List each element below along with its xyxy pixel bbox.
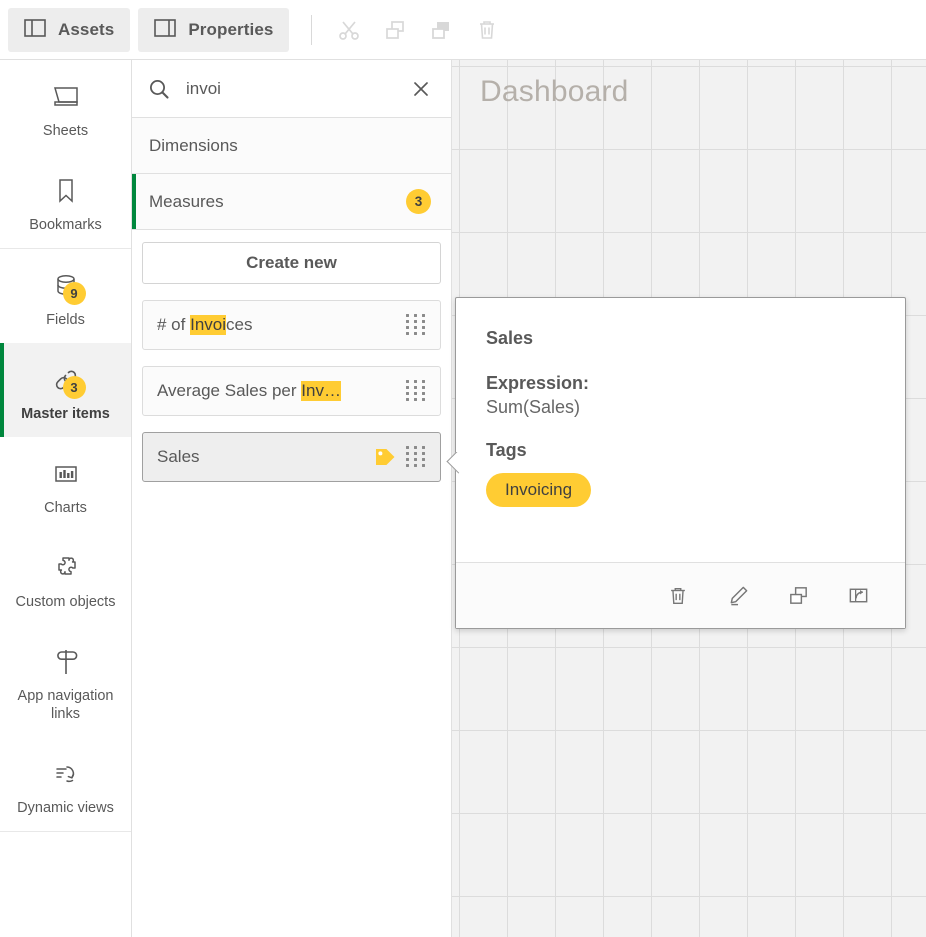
sidebar-item-charts[interactable]: Charts	[0, 437, 131, 531]
sidebar-item-label: Dynamic views	[17, 799, 114, 817]
sidebar-item-label: Bookmarks	[29, 216, 102, 234]
sidebar-item-custom-objects[interactable]: Custom objects	[0, 531, 131, 625]
cut-icon[interactable]	[326, 8, 372, 52]
measure-name: Average Sales per Inv…	[157, 381, 406, 401]
measures-count-badge: 3	[406, 189, 431, 214]
asset-search-row	[132, 60, 451, 118]
measure-details-popover: Sales Expression: Sum(Sales) Tags Invoic…	[455, 297, 906, 629]
top-toolbar: Assets Properties	[0, 0, 926, 60]
drag-handle-icon[interactable]	[406, 446, 428, 468]
bar-chart-icon	[46, 457, 86, 491]
popover-body: Sales Expression: Sum(Sales) Tags Invoic…	[456, 298, 905, 507]
create-new-button[interactable]: Create new	[142, 242, 441, 284]
sidebar-item-label: App navigation links	[10, 687, 122, 723]
properties-panel-button[interactable]: Properties	[138, 8, 289, 52]
section-label: Dimensions	[149, 136, 431, 156]
rail-group-sheets: Sheets Bookmarks	[0, 60, 131, 249]
list-item[interactable]: # of Invoices	[142, 300, 441, 350]
asset-nav-rail: Sheets Bookmarks	[0, 60, 132, 937]
toolbar-divider	[311, 15, 312, 45]
tags-label: Tags	[486, 440, 875, 461]
sidebar-item-label: Sheets	[43, 122, 88, 140]
measures-list: # of Invoices Average Sales per Inv… Sal…	[132, 292, 451, 482]
rail-group-data: 9 Fields 3 Master items	[0, 249, 131, 832]
list-item[interactable]: Sales	[142, 432, 441, 482]
popover-actions	[456, 562, 905, 628]
sheets-icon	[46, 80, 86, 114]
list-item[interactable]: Average Sales per Inv…	[142, 366, 441, 416]
search-input[interactable]	[174, 79, 409, 99]
master-items-count-badge: 3	[63, 376, 86, 399]
sidebar-item-sheets[interactable]: Sheets	[0, 60, 131, 154]
fields-count-badge: 9	[63, 282, 86, 305]
drag-handle-icon[interactable]	[406, 380, 428, 402]
delete-icon[interactable]	[661, 579, 695, 613]
dynamic-views-icon	[46, 757, 86, 791]
edit-pencil-icon[interactable]	[721, 579, 755, 613]
create-new-wrapper: Create new	[132, 230, 451, 292]
puzzle-piece-icon	[46, 551, 86, 585]
sidebar-item-fields[interactable]: 9 Fields	[0, 249, 131, 343]
sidebar-item-bookmarks[interactable]: Bookmarks	[0, 154, 131, 248]
clear-search-icon[interactable]	[409, 80, 433, 98]
section-label: Measures	[149, 192, 406, 212]
copy-icon[interactable]	[372, 8, 418, 52]
qlik-sense-edit-view: Assets Properties	[0, 0, 926, 937]
sidebar-item-dynamic-views[interactable]: Dynamic views	[0, 737, 131, 831]
properties-panel-icon	[154, 19, 176, 40]
properties-panel-label: Properties	[188, 20, 273, 40]
measure-name: Sales	[157, 447, 372, 467]
link-icon: 3	[46, 363, 86, 397]
search-highlight: Invoi	[190, 315, 226, 335]
sidebar-item-label: Fields	[46, 311, 85, 329]
duplicate-icon[interactable]	[781, 579, 815, 613]
section-dimensions[interactable]: Dimensions	[132, 118, 451, 174]
database-icon: 9	[46, 269, 86, 303]
drag-handle-icon[interactable]	[406, 314, 428, 336]
popover-title: Sales	[486, 328, 875, 349]
search-highlight: Inv…	[301, 381, 341, 401]
sidebar-item-label: Master items	[21, 405, 110, 423]
expression-value: Sum(Sales)	[486, 397, 875, 418]
assets-panel-label: Assets	[58, 20, 114, 40]
assets-panel-icon	[24, 19, 46, 40]
expression-label: Expression:	[486, 373, 875, 394]
sidebar-item-master-items[interactable]: 3 Master items	[0, 343, 131, 437]
flag-icon	[46, 645, 86, 679]
search-icon	[148, 78, 174, 100]
measure-name: # of Invoices	[157, 315, 406, 335]
sidebar-item-app-navigation-links[interactable]: App navigation links	[0, 625, 131, 737]
sidebar-item-label: Custom objects	[16, 593, 116, 611]
page-title: Dashboard	[480, 75, 629, 109]
add-to-sheet-icon[interactable]	[841, 579, 875, 613]
delete-icon[interactable]	[464, 8, 510, 52]
section-measures[interactable]: Measures 3	[132, 174, 451, 230]
assets-panel: Dimensions Measures 3 Create new # of In…	[132, 60, 452, 937]
status-badge: Invoicing	[486, 473, 591, 507]
tag-icon	[372, 445, 398, 469]
popover-caret	[446, 452, 464, 474]
bookmark-icon	[46, 174, 86, 208]
assets-panel-button[interactable]: Assets	[8, 8, 130, 52]
paste-icon[interactable]	[418, 8, 464, 52]
sidebar-item-label: Charts	[44, 499, 87, 517]
